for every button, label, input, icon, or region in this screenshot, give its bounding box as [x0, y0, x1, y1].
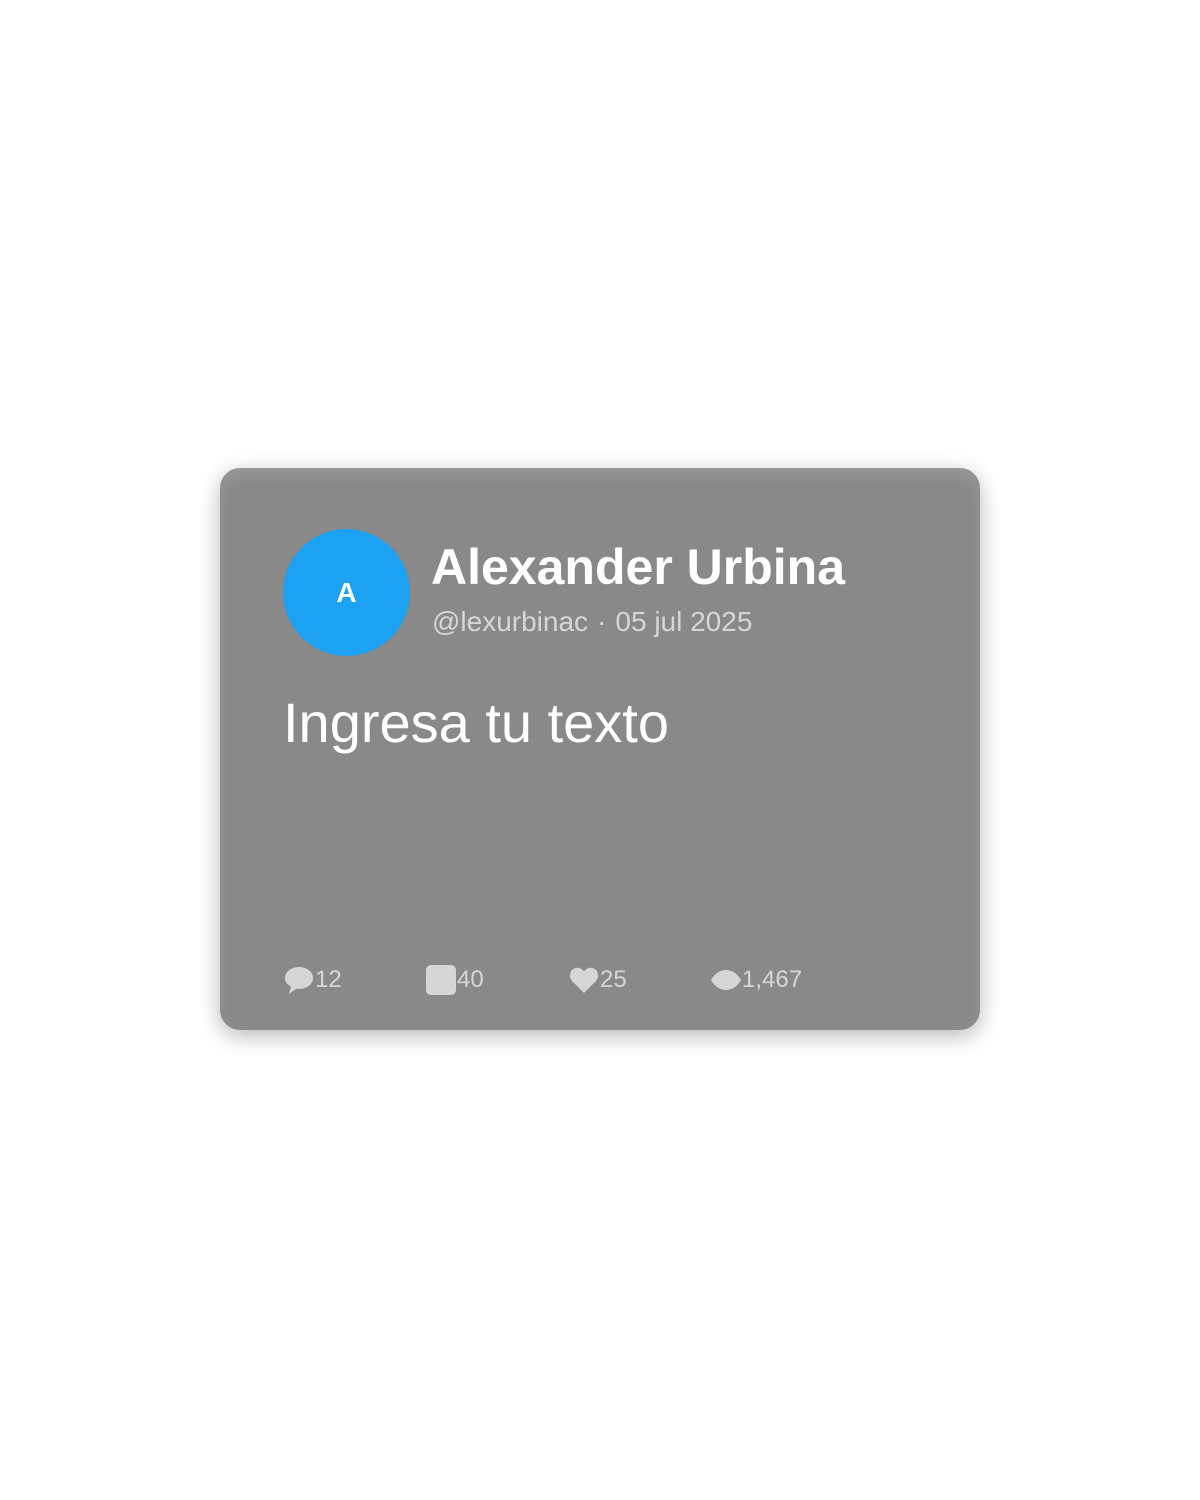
author-name[interactable]: Alexander Urbina: [431, 538, 845, 596]
view-count: 1,467: [742, 966, 803, 993]
heart-icon: [568, 964, 600, 996]
like-count: 25: [600, 966, 627, 993]
comment-icon: [283, 964, 315, 996]
repost-button[interactable]: 40: [425, 963, 484, 997]
author-handle[interactable]: @lexurbinac: [432, 606, 588, 637]
repost-count: 40: [457, 966, 484, 993]
views-button[interactable]: 1,467: [710, 963, 802, 997]
avatar[interactable]: A: [283, 529, 410, 656]
like-button[interactable]: 25: [568, 963, 627, 997]
reply-button[interactable]: 12: [283, 963, 342, 997]
meta-separator: ·: [597, 606, 607, 637]
post-meta: @lexurbinac · 05 jul 2025: [432, 605, 752, 639]
post-card: A Alexander Urbina @lexurbinac · 05 jul 20…: [220, 468, 980, 1030]
repost-icon: [425, 964, 457, 996]
post-date: 05 jul 2025: [615, 606, 753, 637]
eye-icon: [710, 964, 742, 996]
reply-count: 12: [315, 966, 342, 993]
post-text: Ingresa tu texto: [283, 691, 670, 754]
avatar-initial: A: [336, 576, 357, 608]
